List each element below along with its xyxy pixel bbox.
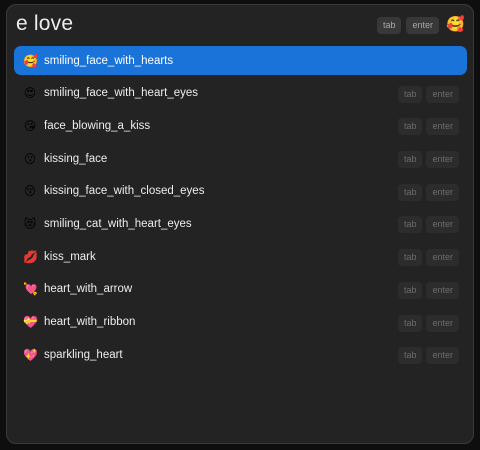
- row-key-hints: tab enter: [397, 183, 459, 201]
- enter-key-hint: enter: [426, 216, 459, 234]
- result-row-smiling-face-with-heart-eyes[interactable]: 😍 smiling_face_with_heart_eyes tab enter: [14, 79, 467, 108]
- enter-key-hint: enter: [426, 183, 459, 201]
- enter-key-hint: enter: [426, 151, 459, 169]
- row-key-hints: tab enter: [397, 347, 459, 365]
- emoji-glyph: 🥰: [23, 53, 38, 68]
- result-row-smiling-cat-with-heart-eyes[interactable]: 😻 smiling_cat_with_heart_eyes tab enter: [14, 209, 467, 238]
- result-row-kissing-face-with-closed-eyes[interactable]: 😚 kissing_face_with_closed_eyes tab ente…: [14, 177, 467, 206]
- tab-key-hint: tab: [397, 249, 423, 267]
- emoji-glyph: 💖: [23, 347, 38, 362]
- result-row-face-blowing-a-kiss[interactable]: 😘 face_blowing_a_kiss tab enter: [14, 111, 467, 140]
- emoji-glyph: 😚: [23, 184, 37, 199]
- result-label: sparkling_heart: [44, 348, 123, 361]
- tab-key-hint: tab: [397, 216, 423, 234]
- enter-key-hint: enter: [426, 118, 459, 136]
- tab-key-hint: tab: [397, 281, 423, 299]
- result-row-kiss-mark[interactable]: 💋 kiss_mark tab enter: [14, 242, 467, 271]
- emoji-results-list: 🥰 smiling_face_with_hearts 😍 smiling_fac…: [14, 46, 467, 373]
- row-key-hints: tab enter: [397, 85, 459, 103]
- emoji-glyph: 😘: [23, 118, 37, 133]
- result-label: heart_with_arrow: [44, 283, 133, 296]
- row-key-hints: tab enter: [397, 151, 459, 169]
- emoji-glyph: 😻: [23, 216, 37, 231]
- row-key-hints: tab enter: [397, 216, 459, 234]
- enter-key-hint: enter: [426, 85, 459, 103]
- emoji-glyph: 💝: [23, 315, 38, 329]
- row-key-hints: tab enter: [397, 249, 459, 267]
- emoji-glyph: 😍: [23, 86, 37, 101]
- result-row-smiling-face-with-hearts[interactable]: 🥰 smiling_face_with_hearts: [14, 46, 467, 75]
- emoji-glyph: 😗: [23, 151, 37, 166]
- tab-key-hint: tab: [397, 151, 423, 169]
- selected-emoji-preview: 🥰: [446, 16, 465, 33]
- emoji-picker-window: tab enter 🥰 🥰 smiling_face_with_hearts 😍…: [6, 4, 474, 444]
- result-row-heart-with-ribbon[interactable]: 💝 heart_with_ribbon tab enter: [14, 308, 467, 337]
- tab-key-hint: tab: [397, 347, 423, 365]
- tab-key-hint: tab: [397, 314, 423, 332]
- result-label: smiling_face_with_hearts: [44, 54, 174, 67]
- enter-key-hint: enter: [426, 347, 459, 365]
- result-label: smiling_face_with_heart_eyes: [44, 87, 199, 100]
- result-label: kissing_face_with_closed_eyes: [44, 185, 205, 198]
- header-key-hints: tab enter: [376, 17, 439, 34]
- result-label: heart_with_ribbon: [44, 316, 136, 328]
- tab-key-hint: tab: [397, 183, 423, 201]
- row-key-hints: tab enter: [397, 281, 459, 299]
- tab-key-hint: tab: [397, 118, 423, 136]
- emoji-glyph: 💘: [23, 282, 38, 297]
- result-label: face_blowing_a_kiss: [44, 119, 151, 132]
- result-row-heart-with-arrow[interactable]: 💘 heart_with_arrow tab enter: [14, 275, 467, 304]
- emoji-glyph: 💋: [23, 249, 38, 264]
- tab-key-hint: tab: [376, 17, 402, 34]
- enter-key-hint: enter: [426, 281, 459, 299]
- result-label: kissing_face: [44, 152, 108, 165]
- tab-key-hint: tab: [397, 85, 423, 103]
- result-label: kiss_mark: [44, 250, 96, 263]
- row-key-hints: tab enter: [397, 118, 459, 136]
- result-row-sparkling-heart[interactable]: 💖 sparkling_heart tab enter: [14, 340, 467, 369]
- search-header: tab enter 🥰: [7, 5, 473, 45]
- search-input[interactable]: [16, 12, 316, 36]
- result-label: smiling_cat_with_heart_eyes: [44, 217, 192, 230]
- row-key-hints: tab enter: [397, 314, 459, 332]
- enter-key-hint: enter: [426, 249, 459, 267]
- enter-key-hint: enter: [406, 17, 439, 34]
- enter-key-hint: enter: [426, 314, 459, 332]
- result-row-kissing-face[interactable]: 😗 kissing_face tab enter: [14, 144, 467, 173]
